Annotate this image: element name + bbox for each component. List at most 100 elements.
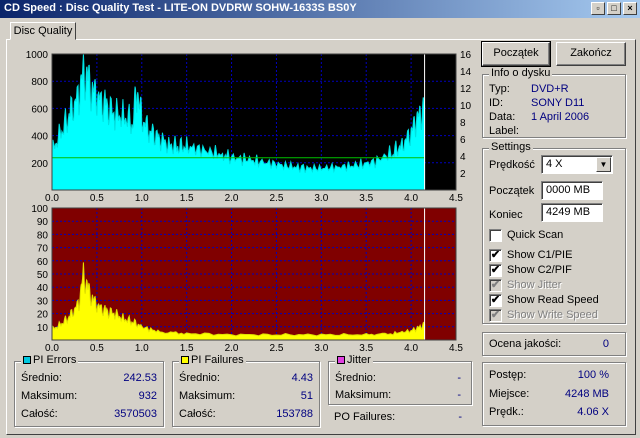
exit-button[interactable]: Zakończ [556,42,626,66]
disc-type-label: Typ: [489,83,510,95]
disc-type-value: DVD+R [531,83,569,95]
start-button-label: Początek [493,47,539,59]
y2-tick-label: 12 [460,84,472,95]
chevron-down-icon[interactable]: ▼ [596,157,611,172]
x-tick-label: 0.5 [90,343,104,354]
quick-scan-label: Quick Scan [507,229,564,241]
pi-failures-title: PI Failures [179,354,246,366]
check-icon: ✔ [490,309,501,321]
maximize-icon[interactable]: □ [607,2,621,15]
show-c2-label: Show C2/PIF [507,264,572,276]
start-pos-value: 0000 MB [546,184,591,196]
disc-info-group: Info o dysku Typ: DVD+R ID: SONY D11 Dat… [482,67,626,138]
disc-info-title: Info o dysku [489,67,553,79]
jitter-group: Jitter Średnio: - Maksimum: - [328,354,472,405]
y-tick-label: 10 [37,323,49,334]
pi-errors-total-value: 3570503 [114,408,157,420]
y-tick-label: 100 [31,204,48,215]
current-speed-label: Prędk.: [489,406,524,418]
progress-value: 100 % [577,369,609,381]
jitter-swatch-icon [337,356,345,364]
x-tick-label: 4.0 [404,343,418,354]
title-bar: CD Speed : Disc Quality Test - LITE-ON D… [0,0,640,18]
progress-label: Postęp: [489,369,527,381]
jitter-title: Jitter [335,354,373,366]
y-tick-label: 600 [31,104,48,115]
disc-id-label: ID: [489,97,504,109]
start-button[interactable]: Początek [481,41,551,67]
show-read-label: Show Read Speed [507,294,599,306]
y-tick-label: 30 [37,296,49,307]
minimize-icon[interactable]: ▫ [591,2,605,15]
pi-failures-title-text: PI Failures [191,354,244,366]
pi-errors-avg-value: 242.53 [123,372,157,384]
end-pos-label: Koniec [489,209,523,221]
y2-tick-label: 6 [460,135,466,146]
settings-title: Settings [489,141,533,153]
speed-value: 4 X [546,158,563,170]
show-c1-checkbox[interactable]: ✔ [489,249,502,262]
speed-label: Prędkość [489,159,535,171]
pi-failures-max-value: 51 [300,390,313,402]
charts-area: 0.0 0.5 1.0 1.5 2.0 2.5 3.0 3.5 4.0 4.5 200 400 600 8… [8,50,476,355]
pi-errors-avg-label: Średnio: [21,372,62,384]
y2-tick-label: 14 [460,67,472,78]
place-label: Miejsce: [489,388,530,400]
show-jitter-checkbox[interactable]: ✔ [489,279,502,292]
pi-failures-total-value: 153788 [276,408,313,420]
y2-tick-label: 10 [460,101,472,112]
po-failures-value: - [458,411,462,423]
quality-label: Ocena jakości: [489,338,562,350]
x-tick-label: 2.5 [269,343,283,354]
x-tick-label: 3.0 [314,343,328,354]
x-tick-label: 4.5 [449,193,463,204]
jitter-max-value: - [457,389,461,401]
quality-group: Ocena jakości: 0 [482,332,626,356]
disc-date-value: 1 April 2006 [531,111,590,123]
x-tick-label: 1.0 [135,343,149,354]
show-c2-checkbox[interactable]: ✔ [489,264,502,277]
pi-errors-max-value: 932 [138,390,157,402]
show-write-checkbox[interactable]: ✔ [489,309,502,322]
start-pos-label: Początek [489,185,535,197]
charts-svg: 0.0 0.5 1.0 1.5 2.0 2.5 3.0 3.5 4.0 4.5 200 400 600 8… [26,50,472,354]
tab-disc-quality[interactable]: Disc Quality [10,22,76,40]
jitter-max-label: Maksimum: [335,389,392,401]
place-value: 4248 MB [564,388,609,400]
check-icon: ✔ [490,294,501,306]
pi-failures-swatch-icon [181,356,189,364]
x-tick-label: 2.0 [225,343,239,354]
y-tick-label: 800 [31,77,48,88]
window-title: CD Speed : Disc Quality Test - LITE-ON D… [4,2,357,14]
x-tick-label: 1.5 [180,343,194,354]
y2-tick-label: 16 [460,50,472,61]
speed-select[interactable]: 4 X ▼ [541,155,613,174]
exit-button-label: Zakończ [570,47,612,59]
po-failures-label: PO Failures: [334,411,396,423]
y-tick-label: 1000 [26,50,49,61]
pi-errors-title: PI Errors [21,354,79,366]
end-pos-value: 4249 MB [546,206,591,218]
x-tick-label: 0.5 [90,193,104,204]
show-read-checkbox[interactable]: ✔ [489,294,502,307]
check-icon: ✔ [490,264,501,276]
jitter-avg-label: Średnio: [335,372,376,384]
disc-date-label: Data: [489,111,516,123]
x-tick-label: 4.5 [449,343,463,354]
pi-errors-swatch-icon [23,356,31,364]
jitter-avg-value: - [457,372,461,384]
show-jitter-label: Show Jitter [507,279,562,291]
x-tick-label: 2.5 [269,193,283,204]
quick-scan-checkbox[interactable] [489,229,502,242]
y-tick-label: 70 [37,244,49,255]
x-tick-label: 4.0 [404,193,418,204]
x-tick-label: 1.0 [135,193,149,204]
y-tick-label: 90 [37,217,49,228]
disc-label-label: Label: [489,125,519,137]
close-icon[interactable]: × [623,2,637,15]
jitter-title-text: Jitter [347,354,371,366]
show-write-label: Show Write Speed [507,309,598,321]
end-pos-input[interactable]: 4249 MB [541,203,603,222]
y-tick-label: 20 [37,310,49,321]
start-pos-input[interactable]: 0000 MB [541,181,603,200]
